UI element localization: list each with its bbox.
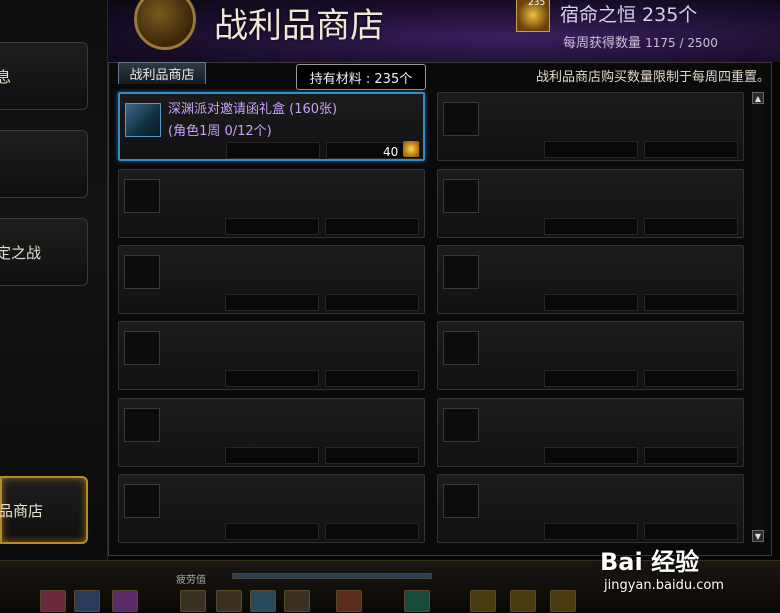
item-bar (544, 370, 638, 387)
empty-shop-slot (118, 245, 425, 314)
item-bar (226, 142, 320, 159)
skill-icon[interactable] (250, 590, 276, 612)
item-bar (644, 370, 738, 387)
item-bar (225, 370, 319, 387)
empty-shop-slot (118, 474, 425, 543)
reset-notice: 战利品商店购买数量限制于每周四重置。 (535, 70, 770, 85)
item-bar (644, 523, 738, 540)
empty-shop-slot (118, 169, 425, 238)
fate-currency-icon (403, 141, 419, 157)
shop-item-card[interactable]: 深渊派对邀请函礼盒 (160张) (角色1周 0/12个) 40 (118, 92, 425, 161)
item-bar (544, 141, 638, 158)
watermark-brand: Bai 经验 (600, 548, 700, 576)
item-bar (544, 294, 638, 311)
item-bar (644, 447, 738, 464)
empty-item-slot (124, 408, 160, 442)
empty-item-slot (124, 331, 160, 365)
skill-icon[interactable] (550, 590, 576, 612)
empty-item-slot (124, 179, 160, 213)
item-bar (325, 370, 419, 387)
sidebar-item-battle[interactable]: 定之战 (0, 218, 88, 286)
item-bar (644, 218, 738, 235)
empty-item-slot (443, 102, 479, 136)
skill-icon[interactable] (404, 590, 430, 612)
item-bar (225, 218, 319, 235)
empty-shop-slot (437, 321, 744, 390)
weekly-label: 每周获得数量 (563, 36, 642, 51)
item-bar (325, 523, 419, 540)
item-bar (544, 447, 638, 464)
tab-loot-shop[interactable]: 战利品商店 (118, 62, 206, 84)
fatigue-label: 疲劳值 (176, 575, 206, 586)
item-bar (225, 447, 319, 464)
empty-item-slot (124, 484, 160, 518)
sidebar-item-label: 息 (0, 67, 12, 86)
skill-icon[interactable] (74, 590, 100, 612)
empty-shop-slot (118, 321, 425, 390)
weekly-quota: 每周获得数量 1175 / 2500 (563, 32, 718, 51)
item-price: 40 (383, 145, 399, 159)
scroll-up-button[interactable]: ▲ (752, 92, 764, 104)
sidebar-item-label: 定之战 (0, 243, 42, 262)
material-tooltip: 持有材料 : 235个 (296, 64, 426, 90)
empty-shop-slot (437, 398, 744, 467)
empty-item-slot (443, 331, 479, 365)
empty-item-slot (443, 408, 479, 442)
item-name: 深渊派对邀请函礼盒 (160张) (168, 102, 338, 117)
empty-item-slot (443, 484, 479, 518)
currency-count: 宿命之恒 235个 (560, 4, 698, 26)
empty-item-slot (443, 179, 479, 213)
item-bar (225, 523, 319, 540)
sidebar-item-blank[interactable] (0, 130, 88, 198)
skill-icon[interactable] (336, 590, 362, 612)
skill-icon[interactable] (284, 590, 310, 612)
sidebar-item-label: 品商店 (0, 501, 44, 520)
gift-box-icon (125, 103, 161, 137)
item-limit: (角色1周 0/12个) (168, 124, 272, 139)
item-bar (544, 523, 638, 540)
empty-shop-slot (437, 245, 744, 314)
item-bar (644, 141, 738, 158)
item-bar (644, 294, 738, 311)
skill-icon[interactable] (216, 590, 242, 612)
sidebar-item-info[interactable]: 息 (0, 42, 88, 110)
weekly-value: 1175 / 2500 (645, 36, 718, 50)
skill-icon[interactable] (470, 590, 496, 612)
watermark-url: jingyan.baidu.com (604, 578, 724, 593)
item-bar (325, 218, 419, 235)
empty-shop-slot (437, 169, 744, 238)
page-title: 战利品商店 (214, 6, 384, 46)
loot-bag-icon (134, 0, 196, 50)
empty-shop-slot (118, 398, 425, 467)
item-bar (325, 447, 419, 464)
fatigue-bar (232, 573, 432, 579)
skill-icon[interactable] (40, 590, 66, 612)
empty-item-slot (443, 255, 479, 289)
scroll-down-button[interactable]: ▼ (752, 530, 764, 542)
empty-shop-slot (437, 474, 744, 543)
item-bar (544, 218, 638, 235)
item-bar (225, 294, 319, 311)
currency-badge: 235 (528, 0, 546, 8)
skill-icon[interactable] (112, 590, 138, 612)
skill-icon[interactable] (510, 590, 536, 612)
sidebar-item-loot-shop[interactable]: 品商店 (0, 476, 88, 544)
item-bar (325, 294, 419, 311)
shop-header: 战利品商店 235 宿命之恒 235个 每周获得数量 1175 / 2500 (108, 0, 780, 62)
empty-item-slot (124, 255, 160, 289)
empty-shop-slot (437, 92, 744, 161)
scrollbar-track[interactable] (752, 92, 764, 544)
skill-icon[interactable] (180, 590, 206, 612)
